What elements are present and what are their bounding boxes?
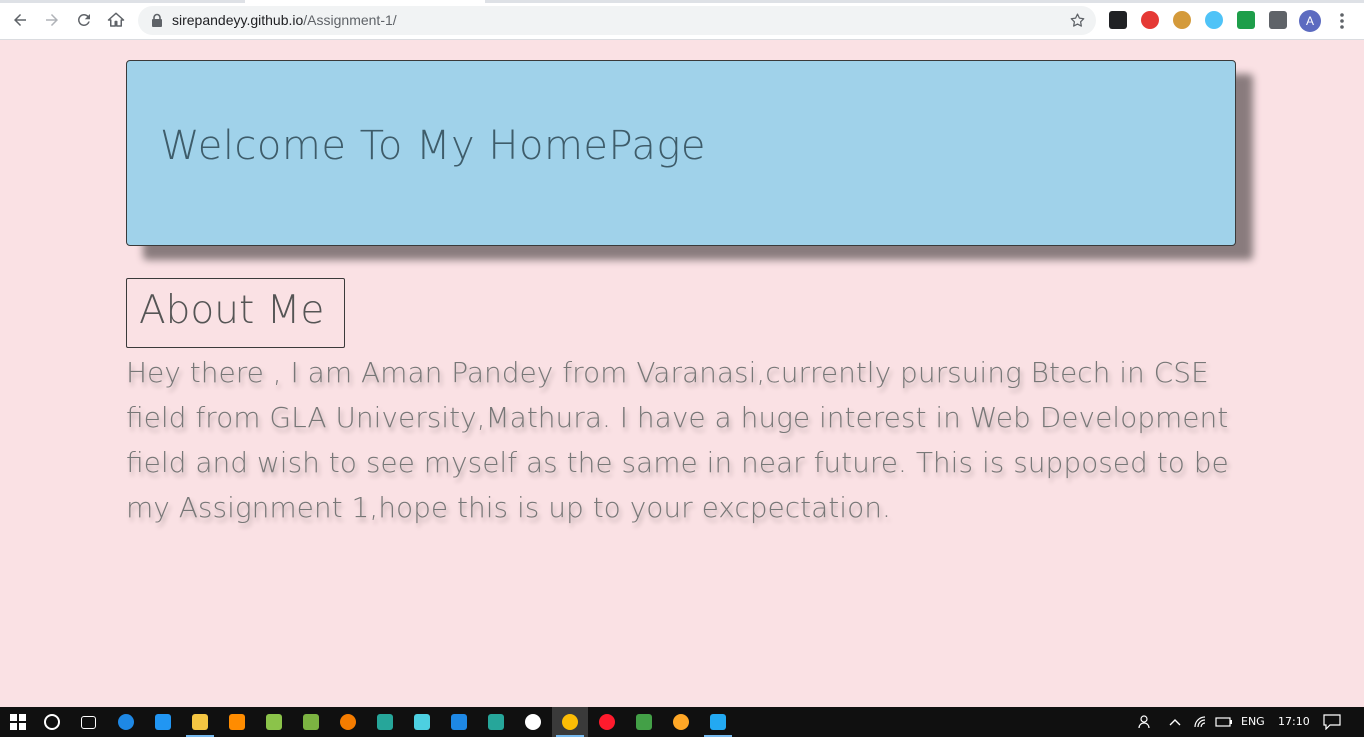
- taskbar-app-terminal-button[interactable]: [478, 707, 514, 737]
- address-bar[interactable]: sirepandeyy.github.io/Assignment-1/: [138, 6, 1096, 35]
- wifi-icon[interactable]: [1193, 715, 1209, 729]
- tray-chevron-up-icon[interactable]: [1169, 717, 1181, 727]
- app-orange-icon: [673, 714, 689, 730]
- clock[interactable]: 17:10: [1278, 715, 1310, 728]
- back-button[interactable]: [8, 8, 32, 32]
- taskbar-vscode-button[interactable]: [700, 707, 736, 737]
- taskbar-search-button[interactable]: [34, 707, 70, 737]
- taskbar-teamviewer-button[interactable]: [441, 707, 477, 737]
- tab-strip: [0, 0, 1364, 3]
- people-icon[interactable]: [1138, 715, 1154, 729]
- taskbar-app-stack-button[interactable]: [293, 707, 329, 737]
- page-body: Welcome To My HomePage About Me Hey ther…: [0, 40, 1364, 707]
- maps-icon: [525, 714, 541, 730]
- blender-icon: [340, 714, 356, 730]
- ext-shield-icon[interactable]: [1237, 11, 1255, 29]
- reload-button[interactable]: [72, 8, 96, 32]
- forward-button[interactable]: [40, 8, 64, 32]
- reload-icon: [77, 13, 90, 26]
- home-button[interactable]: [104, 8, 128, 32]
- about-heading: About Me: [139, 288, 325, 333]
- battery-icon[interactable]: [1215, 716, 1233, 728]
- edge-icon: [118, 714, 134, 730]
- forward-arrow-icon: [46, 14, 58, 26]
- hero-title: Welcome To My HomePage: [160, 123, 706, 169]
- app-terminal-icon: [488, 714, 504, 730]
- app-m-icon: [414, 714, 430, 730]
- lock-icon[interactable]: [150, 13, 164, 28]
- task-view-icon: [80, 715, 96, 729]
- app-chrome-alt-icon: [636, 714, 652, 730]
- taskbar-blender-button[interactable]: [330, 707, 366, 737]
- url-host: sirepandeyy.github.io: [172, 12, 304, 28]
- vlc-icon: [229, 714, 245, 730]
- menu-dots-icon[interactable]: [1336, 12, 1348, 30]
- language-indicator[interactable]: ENG: [1241, 715, 1265, 728]
- start-icon: [10, 714, 26, 730]
- app-stack-icon: [303, 714, 319, 730]
- about-paragraph: Hey there , I am Aman Pandey from Varana…: [126, 356, 1229, 524]
- taskbar-app-green-button[interactable]: [256, 707, 292, 737]
- ext-red-hand-icon[interactable]: [1141, 11, 1159, 29]
- url-text[interactable]: sirepandeyy.github.io/Assignment-1/: [172, 12, 397, 28]
- taskbar-app-chrome-alt-button[interactable]: [626, 707, 662, 737]
- ext-cookie-icon[interactable]: [1173, 11, 1191, 29]
- back-arrow-icon: [14, 14, 26, 26]
- bookmark-star-icon[interactable]: [1069, 12, 1086, 29]
- taskbar-chrome-button[interactable]: [552, 707, 588, 737]
- app-a-icon: [377, 714, 393, 730]
- taskbar-file-explorer-button[interactable]: [182, 707, 218, 737]
- search-icon: [44, 714, 60, 730]
- taskbar-opera-button[interactable]: [589, 707, 625, 737]
- taskbar-maps-button[interactable]: [515, 707, 551, 737]
- windows-taskbar: ENG 17:10: [0, 707, 1364, 737]
- taskbar-app-m-button[interactable]: [404, 707, 440, 737]
- about-heading-box: About Me: [126, 278, 345, 348]
- notifications-icon[interactable]: [1323, 714, 1341, 730]
- url-path: /Assignment-1/: [303, 12, 397, 28]
- vscode-icon: [710, 714, 726, 730]
- taskbar-app-orange-button[interactable]: [663, 707, 699, 737]
- taskbar-app-a-button[interactable]: [367, 707, 403, 737]
- opera-icon: [599, 714, 615, 730]
- taskbar-mail-button[interactable]: [145, 707, 181, 737]
- taskbar-start-button[interactable]: [0, 707, 36, 737]
- ext-search-icon[interactable]: [1205, 11, 1223, 29]
- taskbar-task-view-button[interactable]: [70, 707, 106, 737]
- ext-puzzle-icon[interactable]: [1269, 11, 1287, 29]
- browser-toolbar: sirepandeyy.github.io/Assignment-1/ A: [0, 0, 1364, 40]
- profile-avatar[interactable]: A: [1299, 10, 1321, 32]
- active-tab[interactable]: [245, 0, 485, 3]
- ext-dark-icon[interactable]: [1109, 11, 1127, 29]
- teamviewer-icon: [451, 714, 467, 730]
- hero-banner: Welcome To My HomePage: [126, 60, 1236, 246]
- file-explorer-icon: [192, 714, 208, 730]
- home-icon: [107, 12, 125, 27]
- taskbar-edge-button[interactable]: [108, 707, 144, 737]
- taskbar-vlc-button[interactable]: [219, 707, 255, 737]
- app-green-icon: [266, 714, 282, 730]
- mail-icon: [155, 714, 171, 730]
- chrome-icon: [562, 714, 578, 730]
